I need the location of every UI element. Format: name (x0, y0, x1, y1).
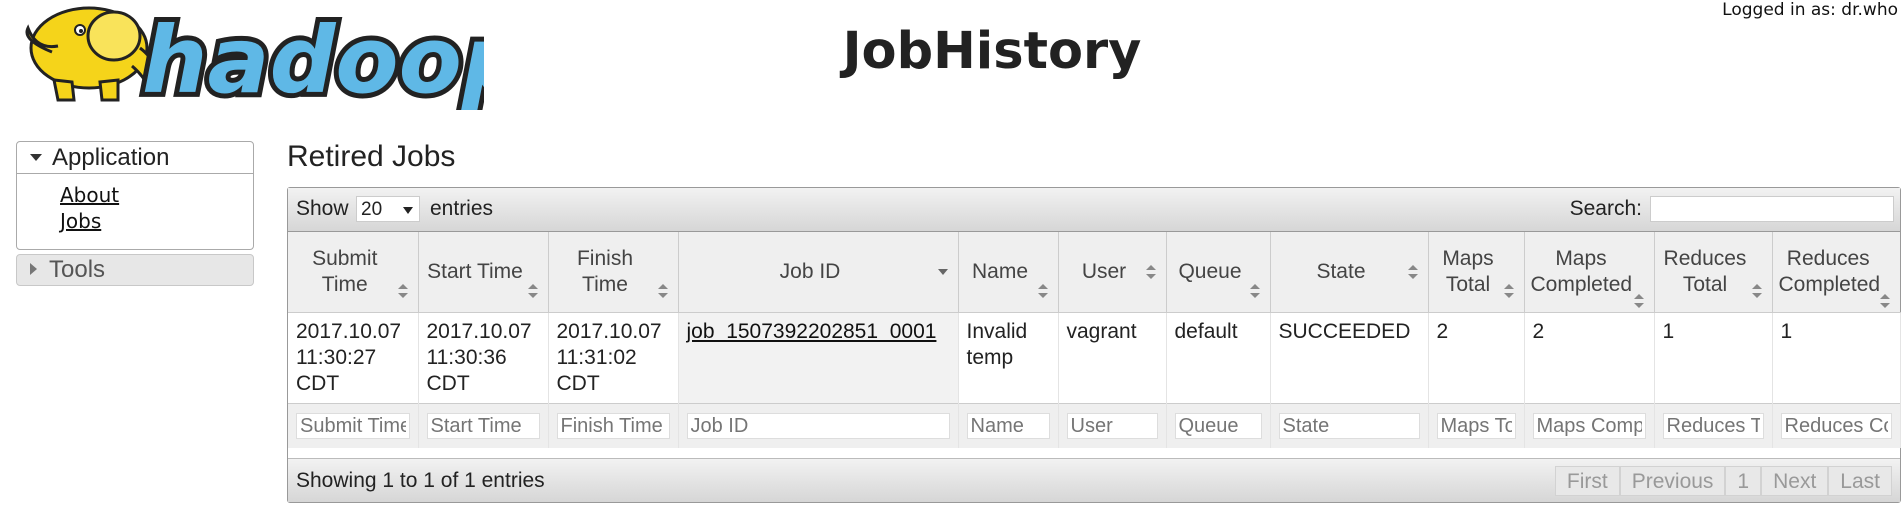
filter-row (288, 403, 1901, 448)
col-state[interactable]: State (1270, 232, 1429, 313)
cell-finish-time: 2017.10.07 11:31:02 CDT (548, 312, 679, 404)
cell-reduces-completed: 1 (1772, 312, 1901, 404)
cell-start-time: 2017.10.07 11:30:36 CDT (418, 312, 549, 404)
col-queue[interactable]: Queue (1166, 232, 1271, 313)
tools-menu-header[interactable]: Tools (17, 255, 253, 285)
col-submit-time[interactable]: Submit Time (288, 232, 419, 313)
page-length-value: 20 (361, 199, 383, 220)
tools-menu[interactable]: Tools (16, 254, 254, 286)
expand-triangle-icon (30, 263, 37, 276)
jobs-datatable: Show 20 entries Search: Submit Time Star… (287, 187, 1901, 503)
cell-reduces-total: 1 (1654, 312, 1773, 404)
sort-icon (1751, 284, 1762, 298)
application-menu-label: Application (52, 144, 170, 171)
pagination: First Previous 1 Next Last (1554, 466, 1892, 496)
sort-icon (1249, 284, 1260, 298)
cell-state: SUCCEEDED (1270, 312, 1429, 404)
application-menu-header[interactable]: Application (17, 142, 253, 174)
logged-in-user: Logged in as: dr.who (1722, 0, 1898, 20)
cell-user: vagrant (1058, 312, 1167, 404)
table-toolbar: Show 20 entries Search: (288, 188, 1900, 232)
filter-job-id[interactable] (686, 413, 950, 440)
cell-queue: default (1166, 312, 1271, 404)
sort-icon (1037, 284, 1048, 298)
filter-start-time[interactable] (426, 413, 540, 440)
filter-user[interactable] (1066, 413, 1158, 440)
sidebar-item-jobs[interactable]: Jobs (60, 208, 253, 234)
col-user[interactable]: User (1058, 232, 1167, 313)
filter-reduces-total[interactable] (1662, 413, 1764, 440)
col-name[interactable]: Name (958, 232, 1059, 313)
section-heading: Retired Jobs (287, 140, 456, 173)
collapse-triangle-icon (30, 153, 42, 161)
sort-icon (1503, 284, 1514, 298)
header-row: Submit Time Start Time Finish Time Job I… (288, 232, 1900, 313)
search-label: Search: (1569, 197, 1642, 220)
page-title: JobHistory (842, 22, 1142, 81)
sort-icon (657, 284, 668, 298)
application-menu: Application About Jobs (16, 141, 254, 250)
search-input[interactable] (1650, 196, 1894, 222)
filter-name[interactable] (966, 413, 1050, 440)
dropdown-caret-icon (403, 207, 413, 214)
cell-name: Invalid temp (958, 312, 1059, 404)
job-id-link[interactable]: job_1507392202851_0001 (687, 320, 937, 343)
table-row: 2017.10.07 11:30:27 CDT 2017.10.07 11:30… (288, 312, 1901, 404)
pager-previous-button[interactable]: Previous (1619, 466, 1726, 496)
cell-job-id: job_1507392202851_0001 (678, 312, 959, 404)
sort-icon (397, 284, 408, 298)
sort-desc-icon (937, 265, 948, 279)
col-reduces-completed[interactable]: Reduces Completed (1772, 232, 1900, 313)
tools-menu-label: Tools (49, 256, 106, 283)
show-label: Show (296, 197, 349, 220)
pager-page-button[interactable]: 1 (1725, 466, 1762, 496)
filter-finish-time[interactable] (556, 413, 670, 440)
filter-maps-total[interactable] (1436, 413, 1516, 440)
entries-label: entries (430, 197, 494, 220)
sort-icon (1145, 265, 1156, 279)
filter-submit-time[interactable] (296, 413, 410, 440)
pager-first-button[interactable]: First (1554, 466, 1620, 496)
page-length-select[interactable]: 20 (356, 196, 420, 222)
filter-queue[interactable] (1174, 413, 1262, 440)
col-start-time[interactable]: Start Time (418, 232, 549, 313)
cell-maps-completed: 2 (1524, 312, 1655, 404)
cell-maps-total: 2 (1428, 312, 1525, 404)
sort-icon (1633, 294, 1644, 308)
col-reduces-total[interactable]: Reduces Total (1654, 232, 1773, 313)
col-maps-total[interactable]: Maps Total (1428, 232, 1525, 313)
filter-reduces-completed[interactable] (1780, 413, 1892, 440)
col-finish-time[interactable]: Finish Time (548, 232, 679, 313)
pager-last-button[interactable]: Last (1828, 466, 1892, 496)
table-footer: Showing 1 to 1 of 1 entries First Previo… (288, 458, 1900, 502)
col-maps-completed[interactable]: Maps Completed (1524, 232, 1655, 313)
cell-submit-time: 2017.10.07 11:30:27 CDT (288, 312, 419, 404)
sort-icon (527, 284, 538, 298)
col-job-id[interactable]: Job ID (678, 232, 959, 313)
filter-maps-completed[interactable] (1532, 413, 1646, 440)
pager-next-button[interactable]: Next (1761, 466, 1829, 496)
sort-icon (1407, 265, 1418, 279)
sidebar-item-about[interactable]: About (60, 182, 253, 208)
jobs-table: Submit Time Start Time Finish Time Job I… (288, 232, 1901, 448)
filter-state[interactable] (1278, 413, 1420, 440)
table-info: Showing 1 to 1 of 1 entries (296, 469, 545, 492)
sort-icon (1880, 294, 1890, 308)
